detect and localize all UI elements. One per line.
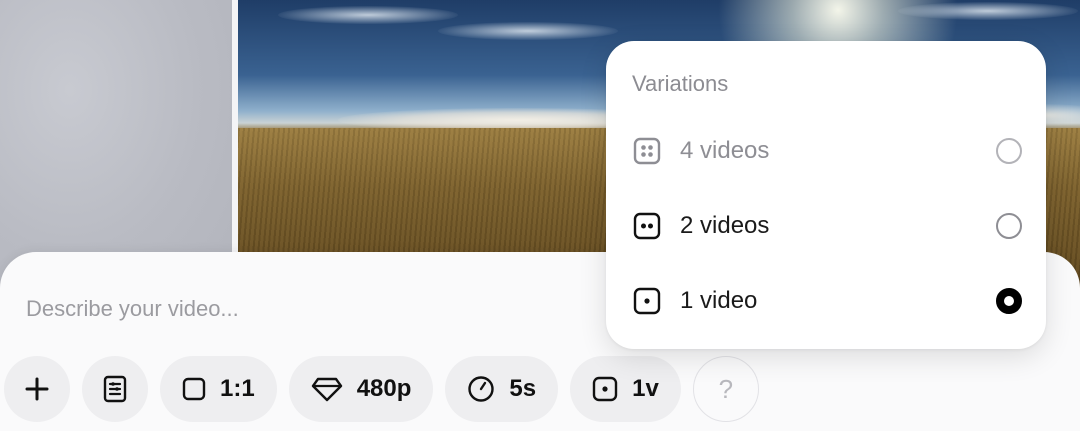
one-dot-icon	[632, 286, 662, 316]
variation-option-4-videos[interactable]: 4 videos	[632, 131, 1022, 171]
variation-option-1-video[interactable]: 1 video	[632, 281, 1022, 321]
help-button[interactable]: ?	[692, 356, 759, 422]
variation-option-2-videos[interactable]: 2 videos	[632, 206, 1022, 246]
radio-button[interactable]	[996, 138, 1022, 164]
variation-option-label: 4 videos	[680, 137, 770, 164]
popover-title: Variations	[632, 71, 729, 96]
two-dots-icon	[632, 211, 662, 241]
variation-option-label: 2 videos	[680, 212, 770, 239]
duration-label: 5s	[509, 375, 537, 402]
video-composer-screen: 1:1 480p 5s	[0, 0, 1080, 431]
variation-option-label: 1 video	[680, 287, 758, 314]
resolution-label: 480p	[356, 375, 412, 402]
resolution-button[interactable]: 480p	[288, 356, 434, 422]
four-dots-icon	[632, 136, 662, 166]
radio-button-selected[interactable]	[996, 288, 1022, 314]
cloud	[438, 22, 618, 40]
variations-button[interactable]: 1v	[570, 356, 681, 422]
aspect-ratio-button[interactable]: 1:1	[160, 356, 277, 422]
composer-toolbar: 1:1 480p 5s 1v ?	[4, 356, 759, 422]
one-dot-icon	[592, 376, 618, 402]
diamond-icon	[311, 377, 342, 402]
prompt-input[interactable]	[26, 292, 586, 326]
duration-button[interactable]: 5s	[445, 356, 559, 422]
cloud	[898, 2, 1078, 20]
presets-button[interactable]	[82, 356, 148, 422]
radio-button[interactable]	[996, 213, 1022, 239]
square-icon	[182, 377, 206, 401]
plus-icon	[25, 377, 49, 401]
help-icon: ?	[718, 373, 734, 404]
aspect-ratio-label: 1:1	[220, 375, 255, 402]
cloud	[278, 6, 458, 24]
add-button[interactable]	[4, 356, 70, 422]
variations-label: 1v	[632, 375, 659, 402]
stopwatch-icon	[468, 376, 495, 402]
storyboard-icon	[103, 375, 127, 403]
variations-popover: Variations 4 videos 2 videos 1 video	[606, 41, 1046, 349]
